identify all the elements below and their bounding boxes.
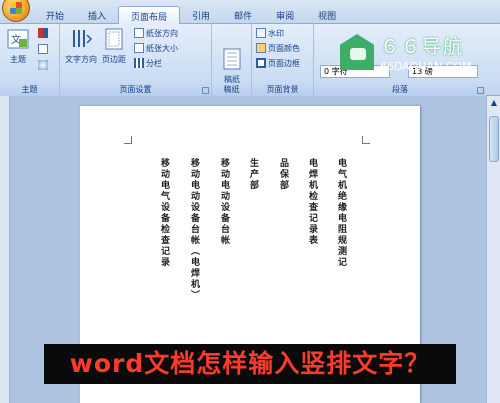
badge-name: ６６导航 — [380, 36, 465, 58]
paragraph-launcher-icon[interactable] — [477, 87, 484, 94]
columns-button[interactable]: 分栏 — [134, 58, 162, 70]
house-logo-icon — [340, 34, 374, 70]
ribbon-tabs: 开始 插入 页面布局 引用 邮件 审阅 视图 — [34, 6, 348, 24]
watermark-icon — [256, 28, 266, 38]
font-icon — [38, 44, 48, 54]
theme-group-label: 主题 — [0, 84, 59, 96]
ribbon-tab-strip: 开始 插入 页面布局 引用 邮件 审阅 视图 — [0, 0, 500, 24]
page-setup-group: 文字方向 页边距 纸张方向 纸张大小 分栏 页面设置 — [60, 24, 212, 96]
palette-icon — [38, 28, 48, 38]
caption-banner: word文档怎样输入竖排文字？ — [44, 344, 456, 384]
orientation-button[interactable]: 纸张方向 — [134, 28, 178, 40]
margin-mark-top-right — [362, 136, 370, 144]
tab-home[interactable]: 开始 — [34, 6, 76, 24]
site-badge: ６６导航 66DAOHAN.COM — [336, 32, 496, 78]
vertical-text-column: 品保部 — [278, 158, 288, 191]
page-background-group-label: 页面背景 — [252, 84, 313, 96]
watermark-label: 水印 — [268, 29, 284, 38]
margins-label: 页边距 — [102, 55, 126, 64]
margins-icon — [103, 27, 125, 53]
manuscript-icon — [221, 37, 243, 70]
page-background-group: 水印 页面颜色 页面边框 页面背景 — [252, 24, 314, 96]
vertical-text-column: 电焊机检查记录表 — [307, 158, 317, 246]
effects-icon — [38, 60, 48, 70]
page-border-label: 页面边框 — [268, 59, 300, 68]
page-color-label: 页面颜色 — [268, 44, 300, 53]
vertical-text-column: 电气机绝缘电阻规测记 — [336, 158, 346, 268]
tab-view[interactable]: 视图 — [306, 6, 348, 24]
vertical-text-column: 生产部 — [248, 158, 258, 191]
ribbon: 文 主题 主题 文字方向 页边距 纸张方向 纸张大小 分栏 页面设置 稿纸 稿纸… — [0, 24, 500, 96]
margins-button[interactable]: 页边距 — [100, 27, 128, 65]
text-direction-button[interactable]: 文字方向 — [64, 27, 98, 65]
manuscript-group: 稿纸 设置 稿纸 — [212, 24, 252, 96]
page-setup-launcher-icon[interactable] — [202, 87, 209, 94]
badge-url: 66DAOHAN.COM — [380, 60, 472, 73]
theme-label: 主题 — [10, 55, 26, 64]
theme-colors-button[interactable] — [38, 28, 50, 40]
theme-effects-button[interactable] — [38, 60, 50, 72]
tab-insert[interactable]: 插入 — [76, 6, 118, 24]
page-color-icon — [256, 43, 266, 53]
size-button[interactable]: 纸张大小 — [134, 43, 178, 55]
watermark-button[interactable]: 水印 — [256, 28, 284, 40]
vertical-text-column: 移动电气设备检查记录 — [159, 158, 169, 268]
page-border-icon — [256, 58, 266, 68]
tab-review[interactable]: 审阅 — [264, 6, 306, 24]
theme-fonts-button[interactable] — [38, 44, 50, 56]
scroll-thumb[interactable] — [489, 116, 499, 162]
theme-button[interactable]: 文 主题 — [6, 27, 30, 65]
tab-references[interactable]: 引用 — [180, 6, 222, 24]
vertical-text-column: 移动电动设备台帐 — [219, 158, 229, 246]
office-logo-icon — [10, 2, 22, 14]
scroll-up-icon[interactable]: ▲ — [488, 98, 500, 110]
paragraph-group-label: 段落 — [314, 84, 486, 96]
theme-group: 文 主题 主题 — [0, 24, 60, 96]
office-button[interactable] — [2, 0, 30, 22]
columns-label: 分栏 — [146, 59, 162, 68]
size-label: 纸张大小 — [146, 44, 178, 53]
page-color-button[interactable]: 页面颜色 — [256, 43, 300, 55]
vertical-text-column: 移动电动设备台帐（电焊机） — [189, 158, 199, 301]
manuscript-group-label: 稿纸 — [212, 84, 251, 96]
tab-mailings[interactable]: 邮件 — [222, 6, 264, 24]
vertical-scrollbar[interactable]: ▲ — [486, 96, 500, 403]
margin-mark-top-left — [124, 136, 132, 144]
page-setup-group-label: 页面设置 — [60, 84, 211, 96]
text-direction-label: 文字方向 — [65, 55, 97, 64]
theme-icon: 文 — [7, 27, 29, 53]
page-border-button[interactable]: 页面边框 — [256, 58, 300, 70]
tab-page-layout[interactable]: 页面布局 — [118, 6, 181, 24]
orientation-icon — [134, 28, 144, 38]
vertical-ruler — [0, 96, 10, 403]
paper-size-icon — [134, 43, 144, 53]
columns-icon — [134, 58, 144, 68]
text-direction-icon — [70, 27, 93, 53]
orientation-label: 纸张方向 — [146, 29, 178, 38]
